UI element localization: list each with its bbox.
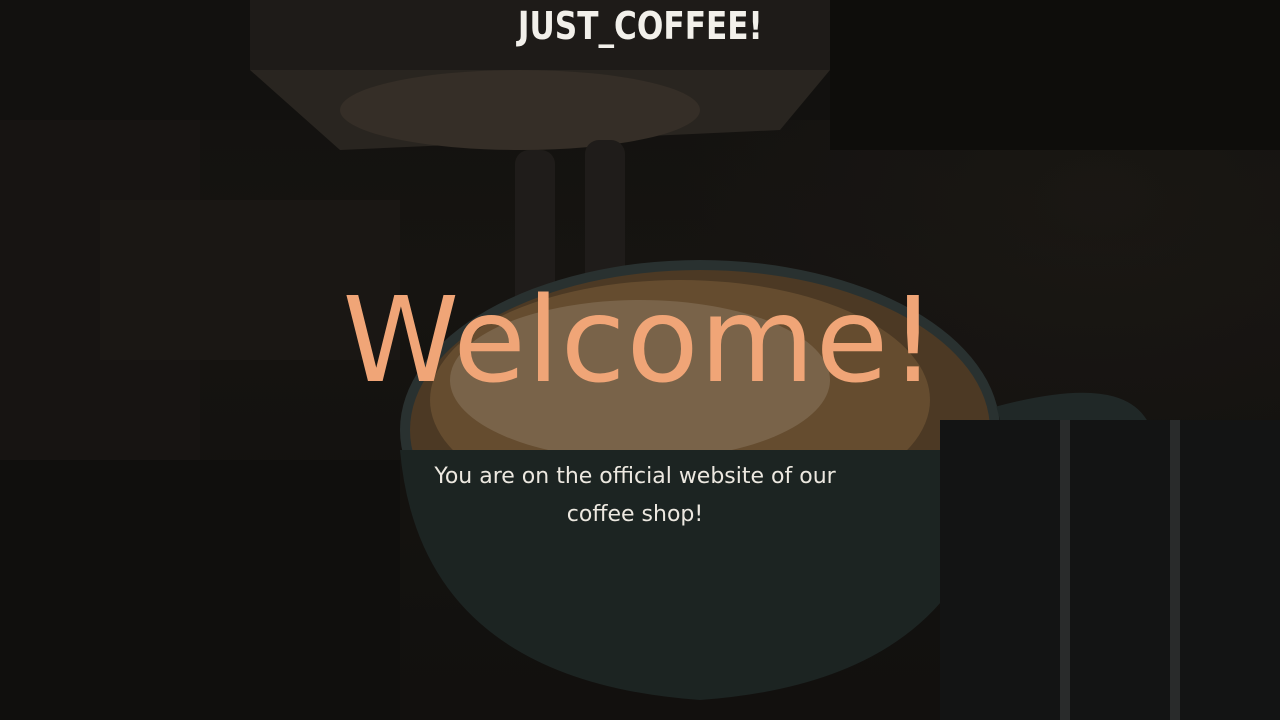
hero-headline: Welcome! xyxy=(342,271,938,409)
brand-logo[interactable]: JUST_COFFEE! xyxy=(518,4,763,48)
hero-section: JUST_COFFEE! Welcome! You are on the off… xyxy=(0,0,1280,720)
hero-subtitle: You are on the official website of our c… xyxy=(434,464,836,527)
site-header: JUST_COFFEE! xyxy=(0,0,1280,58)
